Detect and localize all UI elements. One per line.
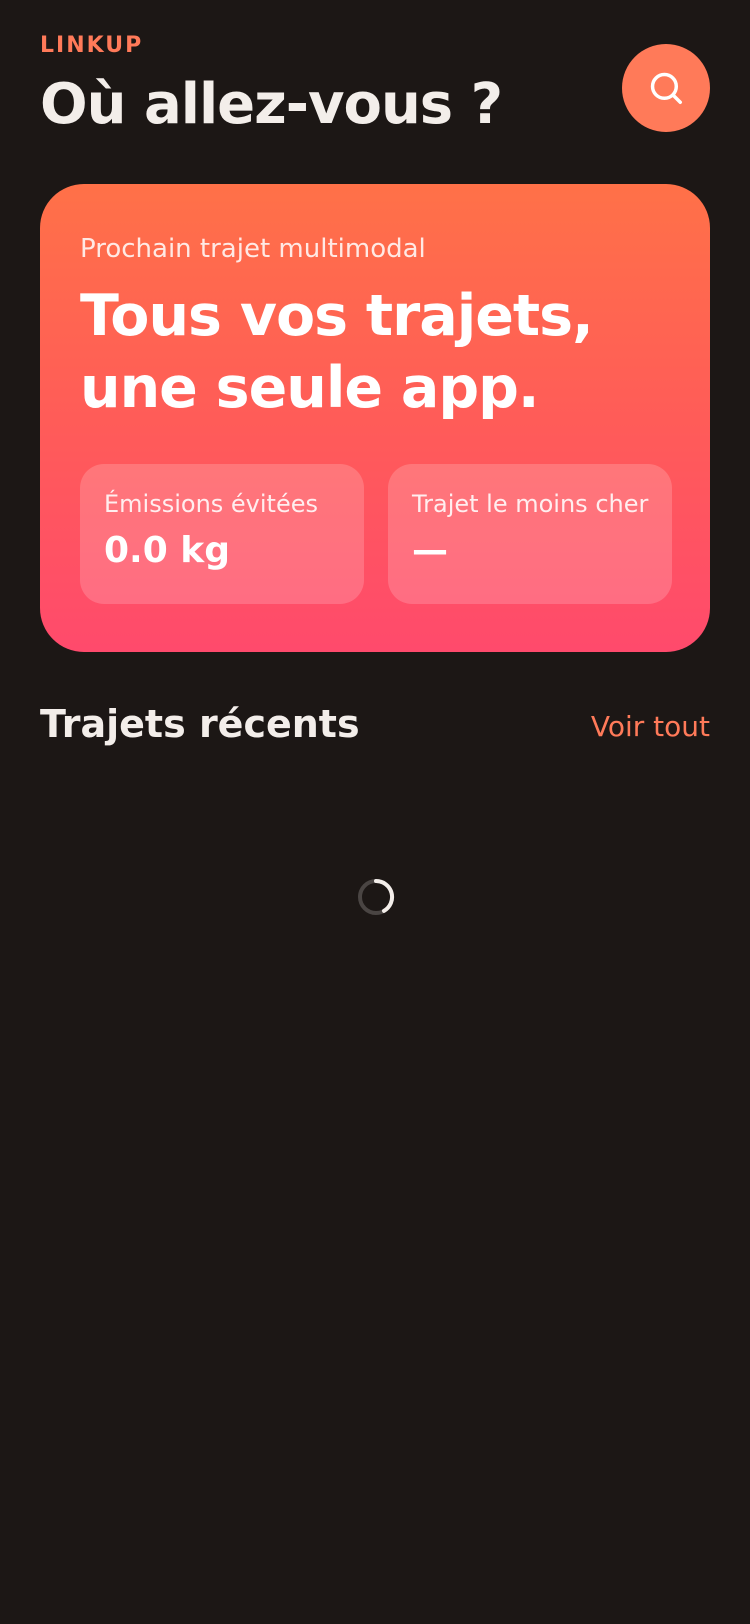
home-screen: LINKUP Où allez-vous ? Prochain trajet m… [0,0,750,1624]
stat-value: 0.0 kg [104,530,231,571]
hero-title-line-2: une seule app. [80,355,540,421]
hero-title: Tous vos trajets, une seule app. [80,280,680,424]
page-title: Où allez-vous ? [40,72,503,137]
hero-card[interactable]: Prochain trajet multimodal Tous vos traj… [40,184,710,652]
brand-label: LINKUP [40,33,144,58]
stat-emissions-card: Émissions évitées 0.0 kg [80,464,364,604]
hero-title-line-1: Tous vos trajets, [80,283,594,349]
see-all-link[interactable]: Voir tout [591,710,710,743]
search-icon [650,72,682,104]
spinner-icon [358,878,395,915]
stat-label: Émissions évitées [104,490,318,518]
stat-cheapest-card: Trajet le moins cher — [388,464,672,604]
recent-trips-title: Trajets récents [40,702,360,746]
hero-subtitle: Prochain trajet multimodal [80,234,426,264]
stat-label: Trajet le moins cher [412,490,649,518]
search-button[interactable] [622,44,710,132]
stat-value: — [412,530,448,571]
